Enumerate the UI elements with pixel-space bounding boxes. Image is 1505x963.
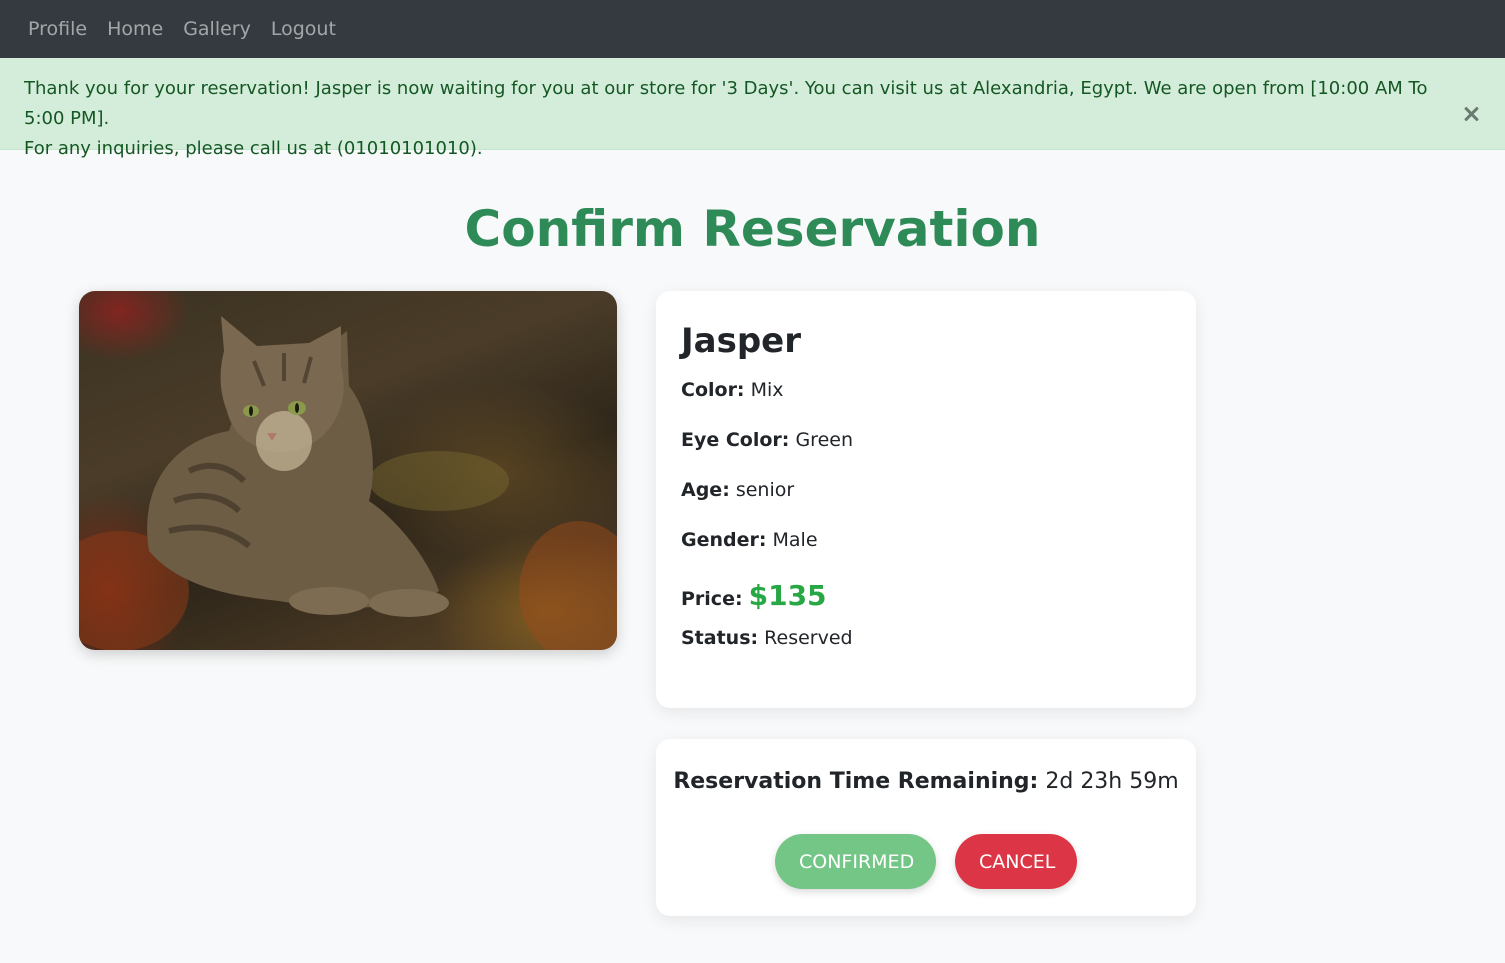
navbar: Profile Home Gallery Logout [0,0,1505,58]
gender-label: Gender: [681,529,767,551]
reservation-success-alert: Thank you for your reservation! Jasper i… [0,58,1505,159]
cancel-button[interactable]: CANCEL [955,834,1077,889]
alert-message-line-2: For any inquiries, please call us at (01… [24,138,483,159]
pet-eye-color-row: Eye Color: Green [681,429,1171,453]
price-label: Price: [681,588,743,610]
confirmed-button[interactable]: CONFIRMED [775,834,936,889]
reservation-timer-card: Reservation Time Remaining: 2d 23h 59m C… [656,739,1196,916]
pet-name: Jasper [681,321,801,361]
status-label: Status: [681,627,759,649]
cat-illustration [79,316,617,650]
age-value: senior [735,479,795,501]
nav-profile-link[interactable]: Profile [28,18,87,40]
pet-gender-row: Gender: Male [681,529,1171,553]
reservation-timer: Reservation Time Remaining: 2d 23h 59m [656,769,1196,794]
close-icon[interactable] [1463,106,1479,122]
alert-message-line-1: Thank you for your reservation! Jasper i… [24,78,1428,129]
status-value: Reserved [764,627,853,649]
nav-gallery-link[interactable]: Gallery [183,18,251,40]
reservation-actions: CONFIRMED CANCEL [656,834,1196,889]
price-value: $135 [748,579,827,612]
color-value: Mix [750,379,784,401]
nav-logout-link[interactable]: Logout [271,18,336,40]
nav-home-link[interactable]: Home [107,18,163,40]
timer-value: 2d 23h 59m [1045,769,1179,794]
eye-color-label: Eye Color: [681,429,790,451]
pet-age-row: Age: senior [681,479,1171,503]
timer-label: Reservation Time Remaining: [673,769,1039,794]
eye-color-value: Green [795,429,853,451]
pet-color-row: Color: Mix [681,379,1171,403]
age-label: Age: [681,479,730,501]
pet-status-row: Status: Reserved [681,627,1171,651]
pet-price-row: Price: $135 [681,579,1171,612]
color-label: Color: [681,379,745,401]
page-title: Confirm Reservation [464,200,1041,258]
gender-value: Male [772,529,818,551]
pet-info-card: Jasper Color: Mix Eye Color: Green Age: … [656,291,1196,708]
cat-photo [79,291,617,650]
